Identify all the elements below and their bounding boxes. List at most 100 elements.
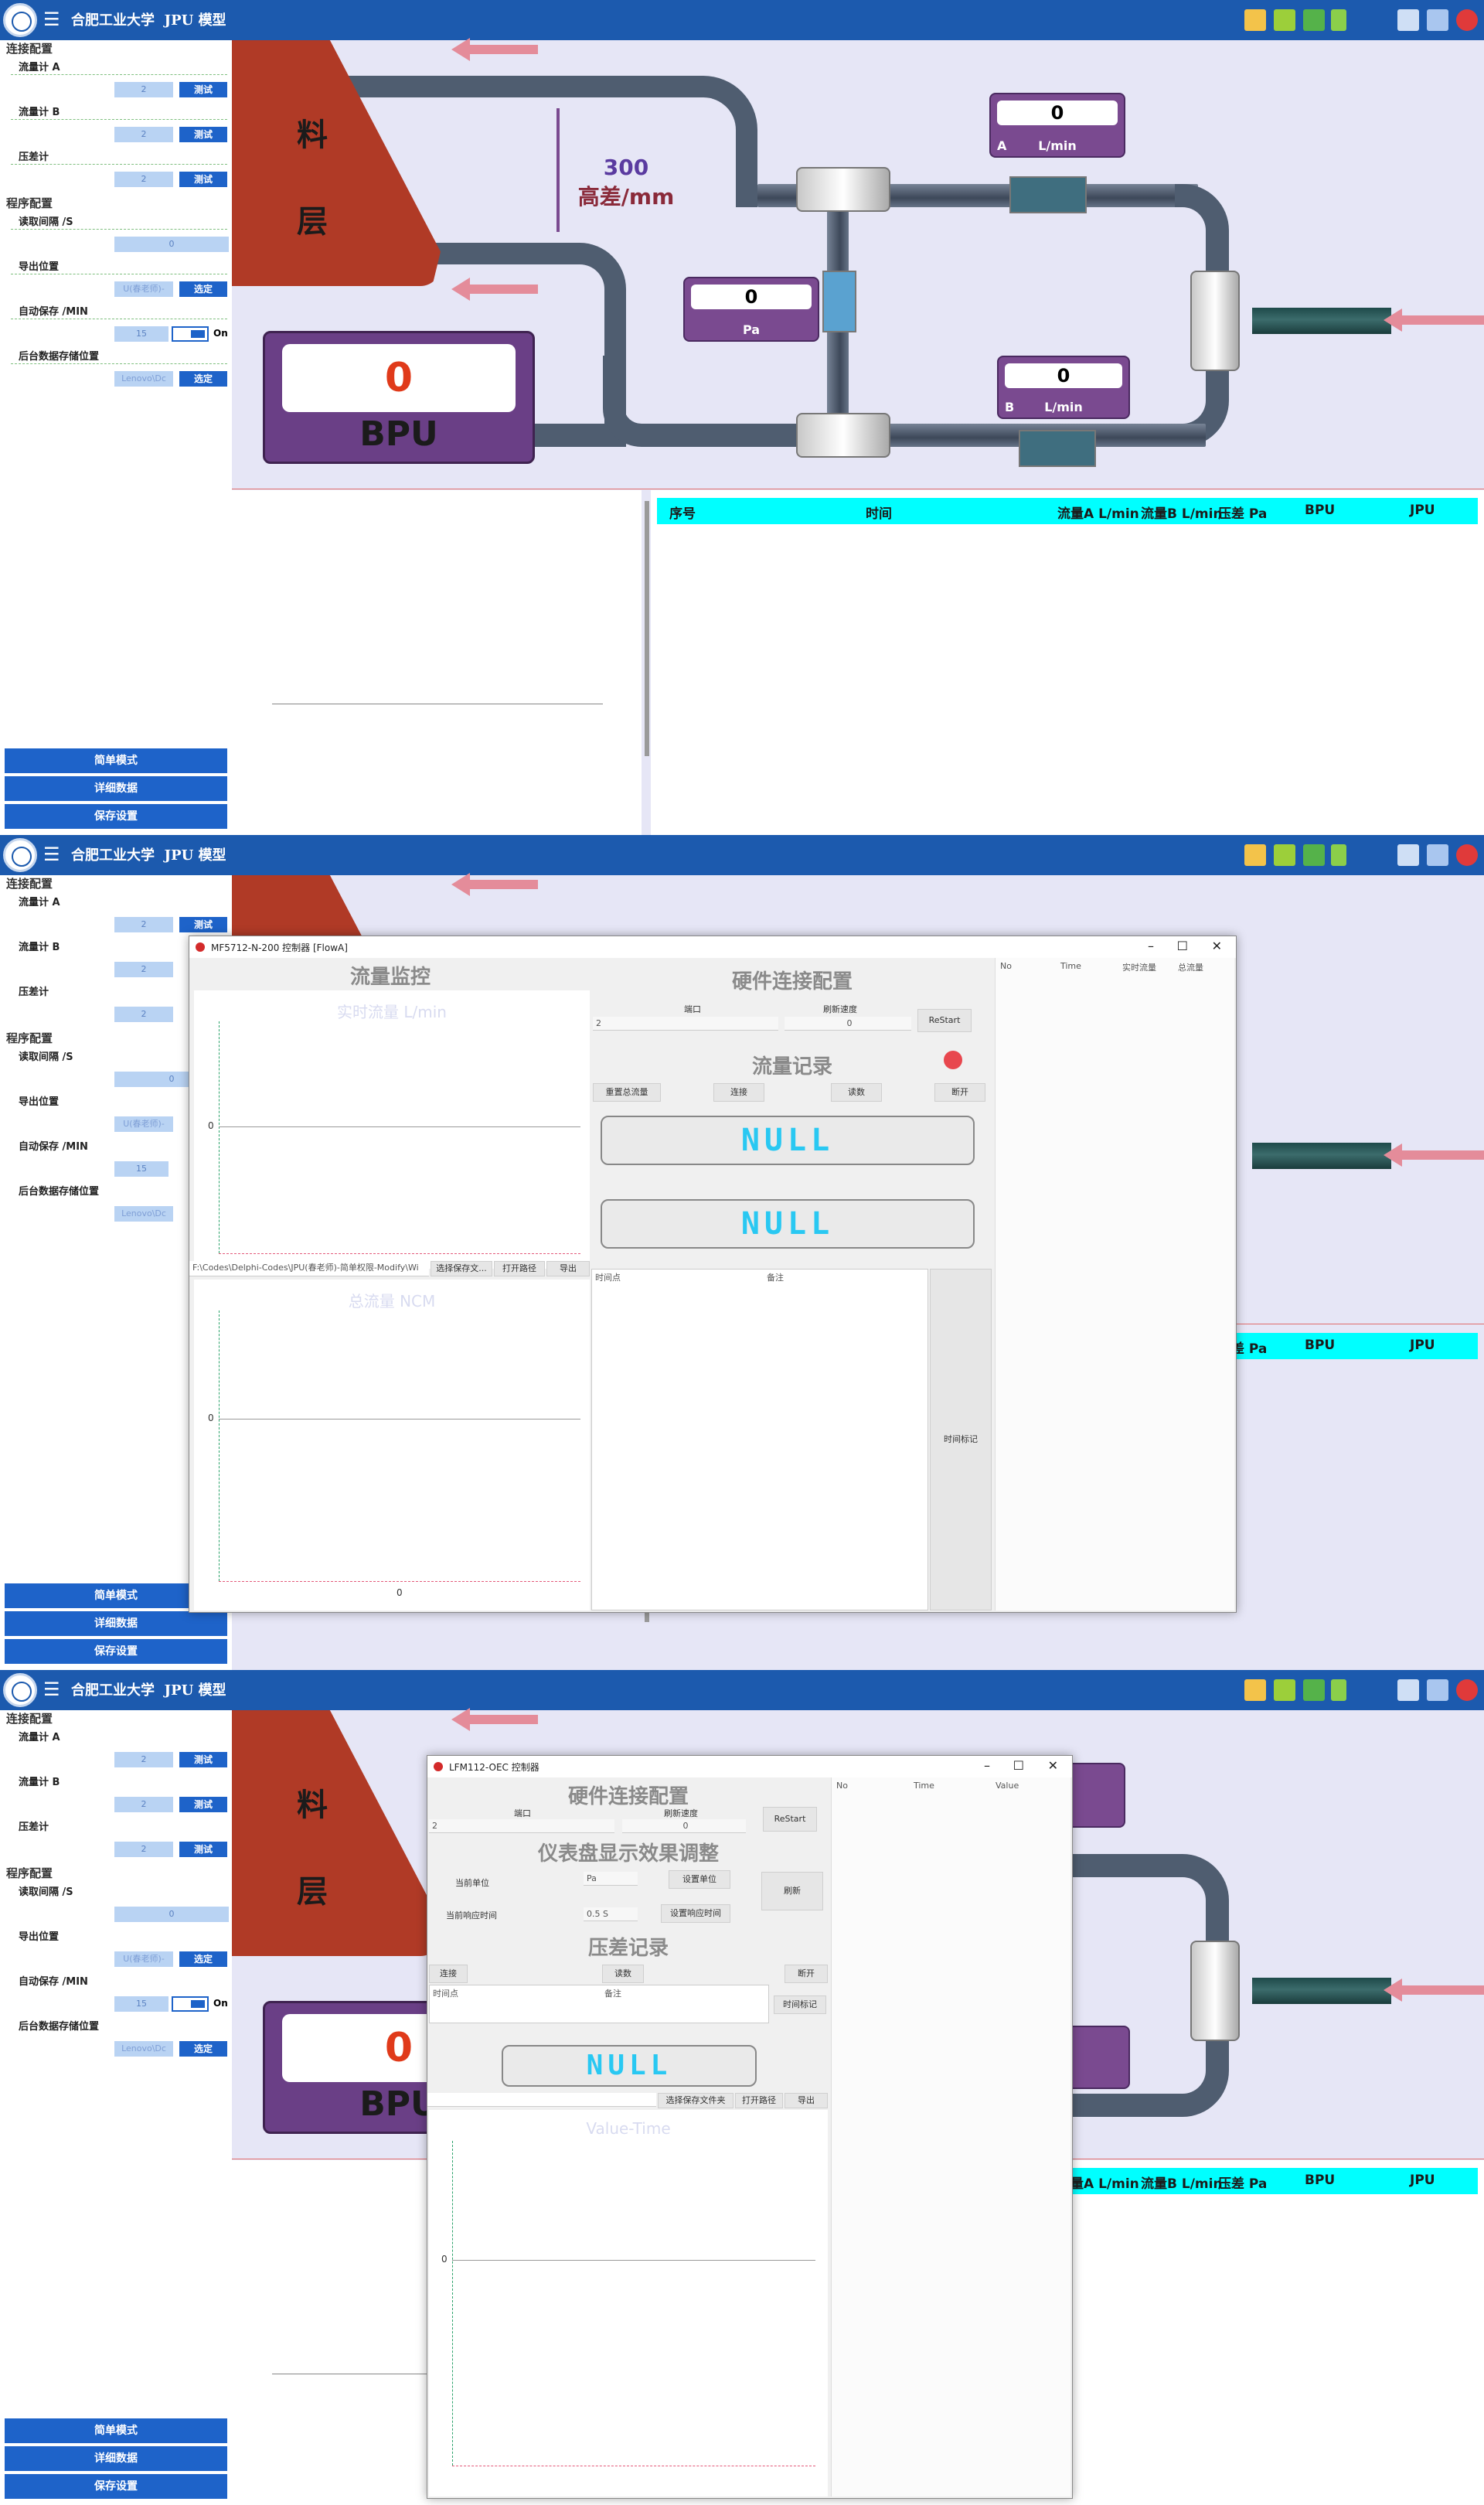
diff-port-select[interactable]: 2 — [114, 1007, 173, 1022]
read-button[interactable]: 读数 — [602, 1965, 644, 1983]
save-settings-button[interactable]: 保存设置 — [5, 1639, 227, 1664]
rate-spinner[interactable]: 0 — [622, 1819, 746, 1833]
save-settings-button[interactable]: 保存设置 — [5, 2474, 227, 2499]
flow-a-test-button[interactable]: 测试 — [179, 1752, 227, 1767]
auto-save-toggle[interactable] — [172, 1996, 209, 2012]
grid-icon[interactable] — [1303, 9, 1325, 31]
disconnect-button[interactable]: 断开 — [785, 1965, 828, 1983]
save-settings-button[interactable]: 保存设置 — [5, 804, 227, 829]
disconnect-button[interactable]: 断开 — [934, 1083, 985, 1102]
restart-button[interactable]: ReStart — [917, 1009, 972, 1032]
read-interval-spinner[interactable]: 0 — [114, 237, 229, 252]
backend-path-field[interactable]: Lenovo\Dc — [114, 371, 173, 387]
menu-icon[interactable]: ☰ — [43, 1680, 62, 1699]
export-button[interactable]: 导出 — [546, 1261, 590, 1276]
set-response-button[interactable]: 设置响应时间 — [661, 1904, 730, 1923]
flow-a-port-select[interactable]: 2 — [114, 82, 173, 97]
detail-data-button[interactable]: 详细数据 — [5, 776, 227, 801]
save-path-field[interactable] — [427, 2093, 656, 2107]
cascade-icon[interactable] — [1427, 844, 1448, 866]
close-icon[interactable]: ✕ — [1212, 939, 1222, 953]
download-icon[interactable] — [1274, 9, 1295, 31]
menu-icon[interactable]: ☰ — [43, 10, 62, 29]
connect-button[interactable]: 连接 — [429, 1965, 468, 1983]
diff-port-select[interactable]: 2 — [114, 1842, 173, 1857]
split-icon[interactable] — [1331, 1679, 1346, 1701]
read-button[interactable]: 读数 — [831, 1083, 882, 1102]
simple-mode-button[interactable]: 简单模式 — [5, 2418, 227, 2443]
flow-a-port-select[interactable]: 2 — [114, 917, 173, 932]
tile-icon[interactable] — [1397, 1679, 1419, 1701]
port-select[interactable]: 2 — [429, 1819, 614, 1833]
folder-icon[interactable] — [1244, 844, 1266, 866]
auto-save-spinner[interactable]: 15 — [114, 326, 168, 342]
tile-icon[interactable] — [1397, 9, 1419, 31]
restart-button[interactable]: ReStart — [763, 1807, 817, 1832]
menu-icon[interactable]: ☰ — [43, 845, 62, 864]
open-path-button[interactable]: 打开路径 — [494, 1261, 545, 1276]
unit-select[interactable]: Pa — [584, 1872, 638, 1886]
minimize-icon[interactable]: – — [1148, 939, 1154, 953]
close-icon[interactable] — [1456, 9, 1478, 31]
set-unit-button[interactable]: 设置单位 — [669, 1870, 730, 1889]
export-button[interactable]: 导出 — [785, 2093, 828, 2108]
flow-a-port-select[interactable]: 2 — [114, 1752, 173, 1767]
choose-folder-button[interactable]: 选择保存文... — [431, 1261, 492, 1276]
cascade-icon[interactable] — [1427, 9, 1448, 31]
close-icon[interactable] — [1456, 844, 1478, 866]
flow-b-port-select[interactable]: 2 — [114, 1797, 173, 1812]
auto-save-spinner[interactable]: 15 — [114, 1161, 168, 1177]
flow-b-test-button[interactable]: 测试 — [179, 1797, 227, 1812]
time-mark-button[interactable]: 时间标记 — [774, 1995, 826, 2014]
reset-total-button[interactable]: 重置总流量 — [593, 1083, 661, 1102]
auto-save-toggle[interactable] — [172, 326, 209, 342]
folder-icon[interactable] — [1244, 1679, 1266, 1701]
folder-icon[interactable] — [1244, 9, 1266, 31]
diff-port-select[interactable]: 2 — [114, 172, 173, 187]
auto-save-spinner[interactable]: 15 — [114, 1996, 168, 2012]
export-choose-button[interactable]: 选定 — [179, 1951, 227, 1967]
download-icon[interactable] — [1274, 1679, 1295, 1701]
backend-path-field[interactable]: Lenovo\Dc — [114, 2041, 173, 2057]
choose-folder-button[interactable]: 选择保存文件夹 — [658, 2093, 733, 2108]
detail-data-button[interactable]: 详细数据 — [5, 1611, 227, 1636]
read-interval-spinner[interactable]: 0 — [114, 1907, 229, 1922]
flow-a-test-button[interactable]: 测试 — [179, 82, 227, 97]
backend-path-field[interactable]: Lenovo\Dc — [114, 1206, 173, 1222]
time-mark-button[interactable]: 时间标记 — [930, 1269, 992, 1610]
simple-mode-button[interactable]: 简单模式 — [5, 748, 227, 773]
panel-splitter[interactable] — [645, 501, 649, 756]
backend-choose-button[interactable]: 选定 — [179, 2041, 227, 2057]
refresh-button[interactable]: 刷新 — [761, 1872, 823, 1910]
split-icon[interactable] — [1331, 9, 1346, 31]
detail-data-button[interactable]: 详细数据 — [5, 2446, 227, 2471]
port-select[interactable]: 2 — [593, 1017, 778, 1031]
flow-a-test-button[interactable]: 测试 — [179, 917, 227, 932]
split-icon[interactable] — [1331, 844, 1346, 866]
export-path-field[interactable]: U(春老师)- — [114, 1116, 173, 1132]
download-icon[interactable] — [1274, 844, 1295, 866]
close-icon[interactable]: ✕ — [1048, 1758, 1058, 1773]
connect-button[interactable]: 连接 — [713, 1083, 764, 1102]
open-path-button[interactable]: 打开路径 — [735, 2093, 783, 2108]
save-path-field[interactable]: F:\Codes\Delphi-Codes\JPU(春老师)-简单权限-Modi… — [189, 1261, 429, 1276]
grid-icon[interactable] — [1303, 1679, 1325, 1701]
diff-test-button[interactable]: 测试 — [179, 1842, 227, 1857]
diff-test-button[interactable]: 测试 — [179, 172, 227, 187]
grid-icon[interactable] — [1303, 844, 1325, 866]
flow-b-port-select[interactable]: 2 — [114, 127, 173, 142]
export-choose-button[interactable]: 选定 — [179, 281, 227, 297]
maximize-icon[interactable]: ☐ — [1013, 1758, 1024, 1773]
tile-icon[interactable] — [1397, 844, 1419, 866]
export-path-field[interactable]: U(春老师)- — [114, 281, 173, 297]
flow-b-test-button[interactable]: 测试 — [179, 127, 227, 142]
flow-b-port-select[interactable]: 2 — [114, 962, 173, 977]
backend-choose-button[interactable]: 选定 — [179, 371, 227, 387]
cascade-icon[interactable] — [1427, 1679, 1448, 1701]
export-path-field[interactable]: U(春老师)- — [114, 1951, 173, 1967]
response-select[interactable]: 0.5 S — [584, 1907, 638, 1921]
rate-spinner[interactable]: 0 — [785, 1017, 911, 1031]
minimize-icon[interactable]: – — [984, 1758, 990, 1773]
close-icon[interactable] — [1456, 1679, 1478, 1701]
maximize-icon[interactable]: ☐ — [1177, 939, 1188, 953]
